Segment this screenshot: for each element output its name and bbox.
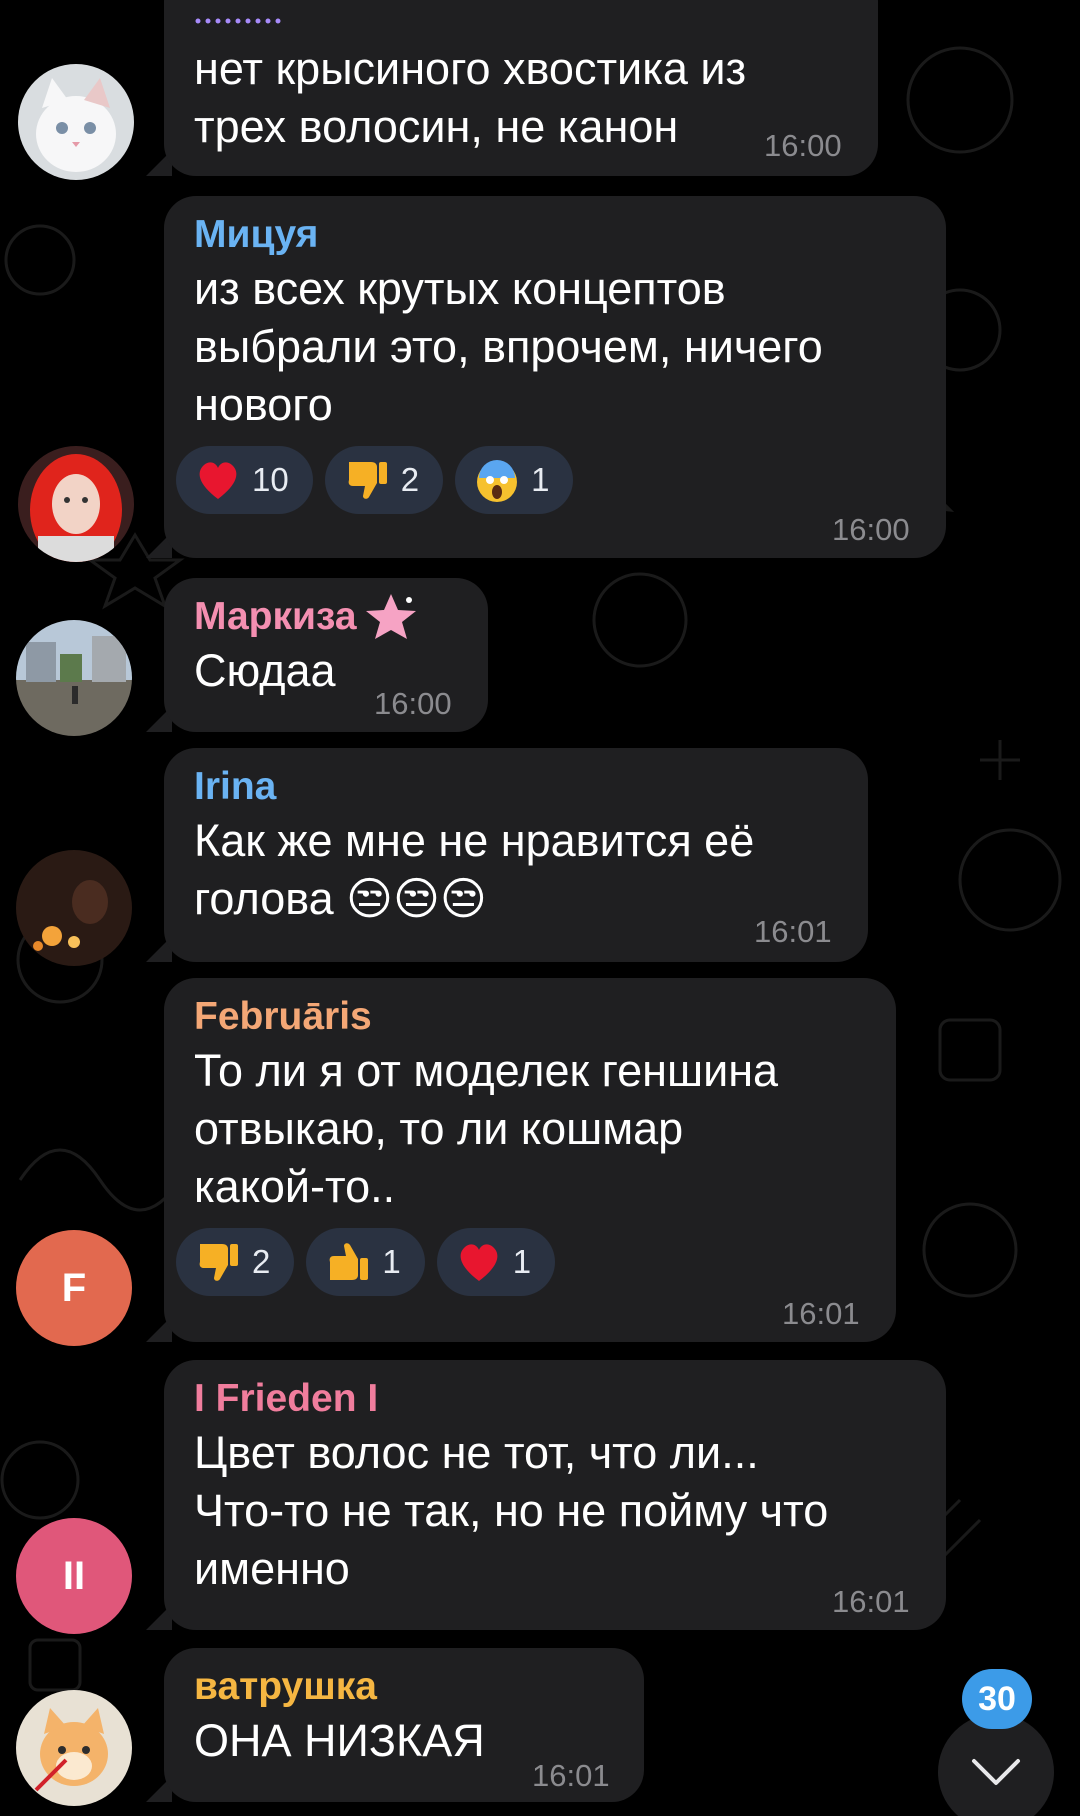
heart-icon [460,1244,498,1281]
thumbs-down-icon [348,462,387,499]
avatar[interactable] [18,446,134,562]
message-bubble[interactable]: Мицуя из всех крутых концептов выбрали э… [164,196,946,558]
thumbs-up-icon [329,1243,369,1280]
sender-name[interactable]: Мицуя [194,210,916,260]
reaction-count: 1 [512,1243,532,1280]
message-text: Цвет волос не тот, что ли... Что-то не т… [194,1427,829,1594]
thumbs-down-icon [199,1244,238,1281]
red-hair-girl-avatar-icon [18,446,134,562]
reaction-count: 2 [400,461,420,498]
avatar[interactable] [16,850,132,966]
avatar[interactable]: II [16,1518,132,1634]
message-text: То ли я от моделек геншина отвыкаю, то л… [194,1045,779,1212]
reactions-bar: 2 1 1 [176,1228,866,1296]
sender-name[interactable]: Маркиза [194,592,458,642]
avatar[interactable] [16,1690,132,1806]
message-text: Как же мне не нравится её голова 😒😒😒 [194,815,755,924]
sender-name[interactable]: I Frieden I [194,1374,916,1424]
scream-face-icon [477,460,518,502]
message-time: 16:01 [782,1296,860,1331]
candle-photo-avatar-icon [16,850,132,966]
street-photo-avatar-icon [16,620,132,736]
reaction-count: 1 [531,461,550,498]
sender-name[interactable]: Irina [194,762,838,812]
reactions-bar: 10 2 1 [176,446,916,514]
reaction-count: 2 [252,1243,271,1280]
sender-name-label: Маркиза [194,595,357,638]
message-time: 16:00 [374,686,452,721]
message-bubble[interactable]: нет крысиного хвостика из трех волосин, … [164,0,878,176]
heart-icon [199,462,237,499]
avatar[interactable] [16,620,132,736]
avatar-letter: II [62,1553,86,1598]
message-bubble[interactable]: I Frieden I Цвет волос не тот, что ли...… [164,1360,946,1630]
reaction-thumbs-down[interactable]: 2 [324,446,444,514]
pink-star-icon [365,594,416,639]
chat-screen[interactable]: нет крысиного хвостика из трех волосин, … [0,0,1080,1816]
message-time: 16:01 [754,914,832,949]
avatar-letter: F [61,1265,87,1310]
reaction-count: 1 [382,1243,401,1280]
reaction-thumbs-up[interactable]: 1 [306,1228,425,1296]
sender-name[interactable]: Februāris [194,992,866,1042]
message-time: 16:00 [832,512,910,547]
reaction-heart[interactable]: 10 [176,446,313,514]
message-text: нет крысиного хвостика из трех волосин, … [194,43,747,152]
dotted-divider-icon [195,18,281,24]
chevron-down-icon [972,1759,1020,1785]
reaction-heart[interactable]: 1 [436,1228,556,1296]
reaction-scream[interactable]: 1 [455,446,574,514]
message-bubble[interactable]: ватрушка ОНА НИЗКАЯ 16:01 [164,1648,644,1802]
sender-name[interactable]: ватрушка [194,1662,614,1712]
unread-count-badge[interactable]: 30 [962,1669,1032,1729]
message-bubble[interactable]: Irina Как же мне не нравится её голова 😒… [164,748,868,962]
avatar[interactable] [18,64,134,180]
reaction-count: 10 [252,461,289,498]
message-time: 16:01 [532,1758,610,1793]
cat-photo-avatar-icon [16,1690,132,1806]
message-time: 16:00 [764,128,842,163]
message-text: из всех крутых концептов выбрали это, вп… [194,263,823,430]
message-bubble[interactable]: Маркиза Сюдаа 16:00 [164,578,488,732]
white-kitten-avatar-icon [18,64,134,180]
message-bubble[interactable]: Februāris То ли я от моделек геншина отв… [164,978,896,1342]
reaction-thumbs-down[interactable]: 2 [176,1228,295,1296]
avatar[interactable]: F [16,1230,132,1346]
message-time: 16:01 [832,1584,910,1619]
